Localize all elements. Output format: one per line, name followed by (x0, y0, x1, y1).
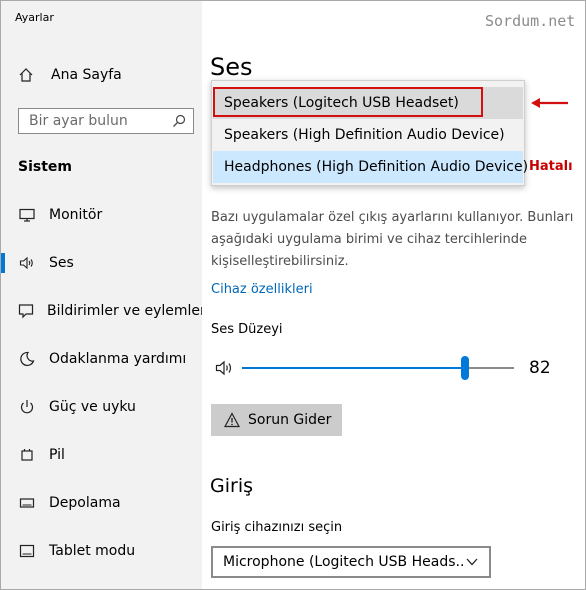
volume-value: 82 (529, 358, 551, 378)
volume-slider-fill (242, 367, 465, 369)
home-label: Ana Sayfa (51, 67, 122, 83)
troubleshoot-label: Sorun Gider (248, 412, 332, 428)
sidebar-item-label: Tablet modu (49, 543, 136, 559)
app-title: Ayarlar (15, 11, 54, 24)
settings-search-input[interactable]: Bir ayar bulun (18, 108, 194, 134)
sidebar-item-label: Pil (49, 447, 65, 463)
output-option-hd-speakers[interactable]: Speakers (High Definition Audio Device) (213, 119, 523, 151)
error-annotation-label: Hatalı (529, 159, 573, 174)
search-placeholder: Bir ayar bulun (29, 113, 128, 129)
input-device-select[interactable]: Microphone (Logitech USB Heads... (211, 546, 491, 578)
sidebar-item-notifications[interactable]: Bildirimler ve eylemler (1, 296, 206, 326)
chevron-down-icon (465, 555, 479, 569)
troubleshoot-button[interactable]: Sorun Gider (211, 404, 342, 436)
arrow-left-icon (531, 98, 568, 108)
power-icon (18, 398, 36, 416)
speaker-icon (18, 254, 36, 272)
sidebar: Ayarlar Ana Sayfa Bir ayar bulun Sistem … (1, 1, 206, 589)
page-title: Ses (210, 53, 253, 81)
home-nav-item[interactable]: Ana Sayfa (1, 61, 202, 89)
volume-label: Ses Düzeyi (211, 322, 283, 337)
sidebar-item-label: Bildirimler ve eylemler (47, 303, 206, 319)
sidebar-item-battery[interactable]: Pil (1, 440, 202, 470)
warning-icon (224, 412, 240, 428)
sidebar-item-power-sleep[interactable]: Güç ve uyku (1, 392, 202, 422)
storage-icon (18, 494, 36, 512)
volume-speaker-icon[interactable] (214, 358, 236, 378)
moon-icon (18, 350, 36, 368)
volume-slider-thumb[interactable] (461, 356, 469, 380)
sidebar-item-monitor[interactable]: Monitör (1, 200, 202, 230)
settings-window: Ayarlar Ana Sayfa Bir ayar bulun Sistem … (0, 0, 586, 590)
input-section-heading: Giriş (210, 475, 253, 497)
output-option-hd-headphones[interactable]: Headphones (High Definition Audio Device… (213, 151, 528, 183)
input-device-label: Giriş cihazınızı seçin (211, 520, 343, 535)
highlight-box-annotation (213, 87, 483, 117)
input-device-value: Microphone (Logitech USB Heads... (223, 554, 465, 570)
notification-icon (18, 302, 34, 320)
sidebar-item-focus-assist[interactable]: Odaklanma yardımı (1, 344, 202, 374)
home-icon (17, 66, 35, 84)
watermark: Sordum.net (485, 12, 576, 30)
tablet-icon (18, 542, 36, 560)
sidebar-item-sound[interactable]: Ses (1, 248, 202, 278)
sidebar-item-tablet-mode[interactable]: Tablet modu (1, 536, 202, 566)
battery-icon (18, 446, 36, 464)
sidebar-item-storage[interactable]: Depolama (1, 488, 202, 518)
sidebar-item-label: Ses (49, 255, 74, 271)
sidebar-item-label: Güç ve uyku (49, 399, 136, 415)
sidebar-item-label: Odaklanma yardımı (49, 351, 187, 367)
monitor-icon (18, 206, 36, 224)
volume-slider[interactable] (242, 356, 514, 380)
sidebar-item-label: Monitör (49, 207, 103, 223)
section-title-system: Sistem (18, 159, 72, 175)
search-icon[interactable] (171, 113, 187, 129)
device-properties-link[interactable]: Cihaz özellikleri (211, 282, 313, 297)
sidebar-item-label: Depolama (49, 495, 121, 511)
app-output-description: Bazı uygulamalar özel çıkış ayarlarını k… (211, 210, 574, 269)
